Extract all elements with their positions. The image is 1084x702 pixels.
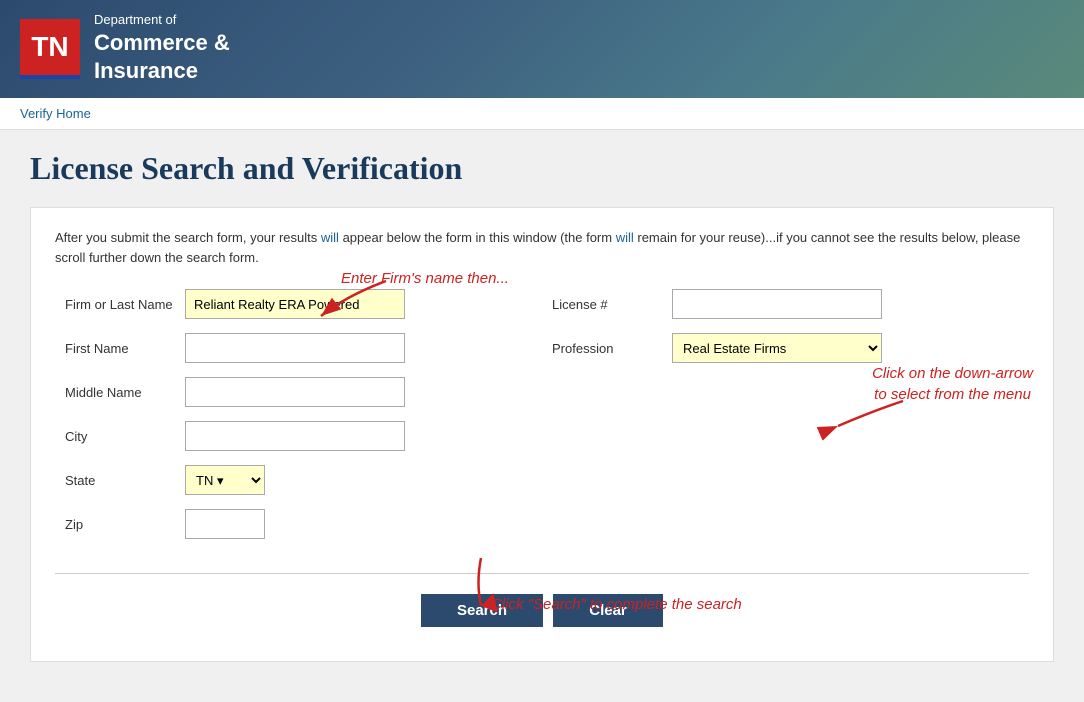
form-description: After you submit the search form, your r… <box>55 228 1029 267</box>
license-label: License # <box>552 297 672 312</box>
form-grid: Firm or Last Name First Name Middle Name… <box>55 289 1029 553</box>
search-button[interactable]: Search <box>421 594 543 627</box>
breadcrumb: Verify Home <box>0 98 1084 130</box>
main-content: License Search and Verification After yo… <box>0 130 1084 702</box>
dept-main-line1: Commerce & <box>94 29 230 58</box>
first-name-row: First Name <box>65 333 532 363</box>
profession-select[interactable]: Real Estate Firms Real Estate Agents Ins… <box>672 333 882 363</box>
city-row: City <box>65 421 532 451</box>
first-name-label: First Name <box>65 341 185 356</box>
form-card: After you submit the search form, your r… <box>30 207 1054 662</box>
license-row: License # <box>552 289 1019 319</box>
middle-name-row: Middle Name <box>65 377 532 407</box>
page-header: TN Department of Commerce & Insurance <box>0 0 1084 98</box>
firm-last-name-label: Firm or Last Name <box>65 297 185 312</box>
annotation-firm: Enter Firm's name then... <box>341 270 509 287</box>
license-input[interactable] <box>672 289 882 319</box>
firm-last-name-row: Firm or Last Name <box>65 289 532 319</box>
page-title: License Search and Verification <box>30 150 1054 187</box>
dept-top-line: Department of <box>94 12 230 29</box>
form-buttons: Search Clear <box>55 590 1029 631</box>
profession-label: Profession <box>552 341 672 356</box>
zip-row: Zip <box>65 509 532 539</box>
first-name-input[interactable] <box>185 333 405 363</box>
profession-row: Profession Real Estate Firms Real Estate… <box>552 333 1019 363</box>
tn-logo: TN <box>20 19 80 79</box>
form-divider <box>55 573 1029 574</box>
department-name: Department of Commerce & Insurance <box>94 12 230 86</box>
city-label: City <box>65 429 185 444</box>
form-left-column: Firm or Last Name First Name Middle Name… <box>55 289 542 553</box>
verify-home-link[interactable]: Verify Home <box>20 106 91 121</box>
clear-button[interactable]: Clear <box>553 594 663 627</box>
dept-main-line2: Insurance <box>94 57 230 86</box>
state-select[interactable]: TN ▾ AL GA KY <box>185 465 265 495</box>
zip-input[interactable] <box>185 509 265 539</box>
zip-label: Zip <box>65 517 185 532</box>
form-right-column: License # Profession Real Estate Firms R… <box>542 289 1029 553</box>
city-input[interactable] <box>185 421 405 451</box>
firm-last-name-input[interactable] <box>185 289 405 319</box>
state-row: State TN ▾ AL GA KY <box>65 465 532 495</box>
middle-name-input[interactable] <box>185 377 405 407</box>
middle-name-label: Middle Name <box>65 385 185 400</box>
state-label: State <box>65 473 185 488</box>
